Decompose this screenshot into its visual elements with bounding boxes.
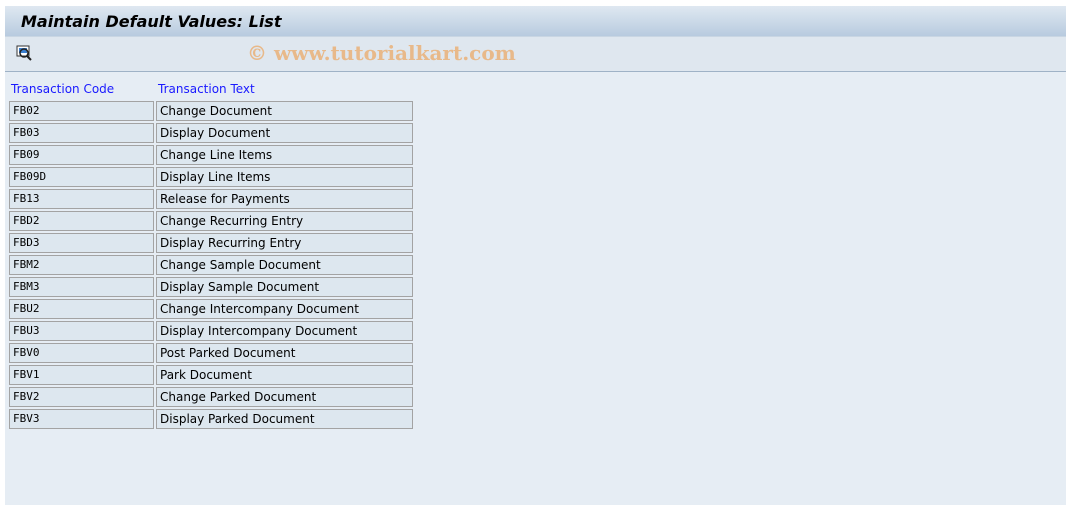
application-toolbar: © www.tutorialkart.com — [5, 36, 1066, 72]
transaction-code-cell[interactable]: FBM2 — [9, 255, 154, 275]
transaction-code-cell[interactable]: FBV1 — [9, 365, 154, 385]
table-row[interactable]: FBV1 Park Document — [9, 365, 413, 385]
details-magnifier-icon[interactable] — [16, 45, 32, 61]
table-row[interactable]: FBD2 Change Recurring Entry — [9, 211, 413, 231]
transaction-text-cell[interactable]: Change Document — [156, 101, 413, 121]
table-row[interactable]: FBU2 Change Intercompany Document — [9, 299, 413, 319]
transaction-text-cell[interactable]: Display Parked Document — [156, 409, 413, 429]
transaction-code-cell[interactable]: FBD3 — [9, 233, 154, 253]
transaction-text-cell[interactable]: Change Parked Document — [156, 387, 413, 407]
table-row[interactable]: FBD3 Display Recurring Entry — [9, 233, 413, 253]
transaction-text-cell[interactable]: Change Line Items — [156, 145, 413, 165]
transaction-code-cell[interactable]: FB09D — [9, 167, 154, 187]
transaction-text-cell[interactable]: Release for Payments — [156, 189, 413, 209]
transaction-code-cell[interactable]: FBV3 — [9, 409, 154, 429]
transaction-text-cell[interactable]: Display Document — [156, 123, 413, 143]
watermark: © www.tutorialkart.com — [247, 41, 516, 65]
column-header-code: Transaction Code — [11, 82, 115, 96]
table-row[interactable]: FB03 Display Document — [9, 123, 413, 143]
table-row[interactable]: FBM3 Display Sample Document — [9, 277, 413, 297]
transaction-code-cell[interactable]: FBM3 — [9, 277, 154, 297]
transaction-text-cell[interactable]: Change Sample Document — [156, 255, 413, 275]
transaction-code-cell[interactable]: FB09 — [9, 145, 154, 165]
table-row[interactable]: FBV0 Post Parked Document — [9, 343, 413, 363]
transaction-text-cell[interactable]: Display Intercompany Document — [156, 321, 413, 341]
transaction-text-cell[interactable]: Change Recurring Entry — [156, 211, 413, 231]
transaction-code-cell[interactable]: FBV0 — [9, 343, 154, 363]
transaction-text-cell[interactable]: Post Parked Document — [156, 343, 413, 363]
transaction-code-cell[interactable]: FBU2 — [9, 299, 154, 319]
table-row[interactable]: FBV2 Change Parked Document — [9, 387, 413, 407]
transaction-code-cell[interactable]: FB03 — [9, 123, 154, 143]
table-row[interactable]: FB09D Display Line Items — [9, 167, 413, 187]
table-row[interactable]: FBV3 Display Parked Document — [9, 409, 413, 429]
transaction-code-cell[interactable]: FBU3 — [9, 321, 154, 341]
page-title: Maintain Default Values: List — [5, 6, 1066, 36]
table-row[interactable]: FBM2 Change Sample Document — [9, 255, 413, 275]
sap-window: Maintain Default Values: List © www.tuto… — [5, 6, 1066, 505]
table-row[interactable]: FB02 Change Document — [9, 101, 413, 121]
transaction-code-cell[interactable]: FB13 — [9, 189, 154, 209]
table-row[interactable]: FBU3 Display Intercompany Document — [9, 321, 413, 341]
transaction-text-cell[interactable]: Display Sample Document — [156, 277, 413, 297]
transaction-text-cell[interactable]: Park Document — [156, 365, 413, 385]
table-row[interactable]: FB13 Release for Payments — [9, 189, 413, 209]
transaction-text-cell[interactable]: Display Line Items — [156, 167, 413, 187]
transaction-text-cell[interactable]: Display Recurring Entry — [156, 233, 413, 253]
column-header-text: Transaction Text — [158, 82, 255, 96]
table-row[interactable]: FB09 Change Line Items — [9, 145, 413, 165]
transaction-code-cell[interactable]: FBD2 — [9, 211, 154, 231]
transaction-text-cell[interactable]: Change Intercompany Document — [156, 299, 413, 319]
transaction-code-cell[interactable]: FB02 — [9, 101, 154, 121]
transaction-code-cell[interactable]: FBV2 — [9, 387, 154, 407]
